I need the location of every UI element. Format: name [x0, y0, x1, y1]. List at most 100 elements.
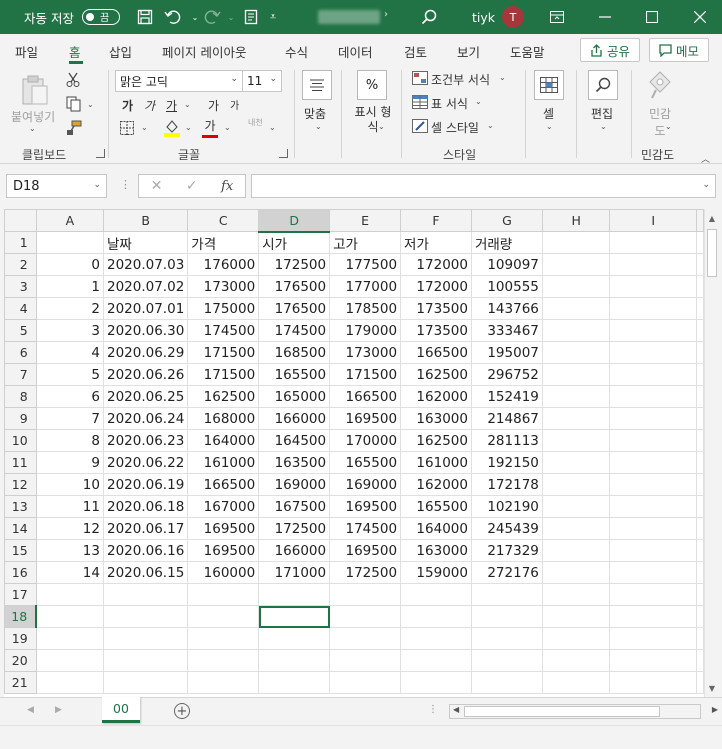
cell[interactable]: 161000 — [187, 451, 260, 474]
cell[interactable] — [696, 341, 704, 364]
cell[interactable]: 166500 — [400, 341, 472, 364]
cell[interactable] — [609, 319, 697, 342]
cell[interactable]: 179000 — [329, 319, 402, 342]
phonetic-button[interactable]: 내천 — [248, 119, 266, 127]
cell[interactable] — [541, 231, 611, 254]
cell[interactable] — [329, 649, 402, 672]
alignment-label[interactable]: 맞춤 — [304, 105, 326, 122]
cell[interactable] — [187, 627, 260, 650]
percent-icon[interactable]: % — [357, 70, 387, 100]
cell[interactable] — [541, 473, 611, 496]
column-header[interactable]: B — [102, 209, 189, 232]
cell[interactable] — [609, 539, 697, 562]
cell[interactable] — [541, 649, 611, 672]
search-icon[interactable] — [418, 6, 440, 28]
cell[interactable]: 176500 — [258, 297, 331, 320]
tab-formulas[interactable]: 수식 — [285, 42, 308, 61]
table-format-label[interactable]: 표 서식 — [431, 95, 468, 112]
customize-qat-icon[interactable]: ⩡ — [262, 6, 284, 28]
cell[interactable]: 165500 — [400, 495, 472, 518]
row-header[interactable]: 16 — [4, 561, 37, 584]
cell[interactable]: 0 — [35, 253, 104, 276]
name-box[interactable]: D18 ⌄ — [6, 174, 107, 198]
close-icon[interactable] — [689, 6, 711, 28]
cell[interactable] — [35, 605, 104, 628]
cell[interactable]: 2020.06.24 — [102, 407, 189, 430]
cell[interactable]: 2020.07.02 — [102, 275, 189, 298]
cell[interactable] — [329, 627, 402, 650]
cell[interactable] — [609, 429, 697, 452]
column-header[interactable]: E — [329, 209, 402, 232]
cell[interactable] — [541, 671, 611, 694]
cell[interactable]: 169500 — [187, 517, 260, 540]
font-size-combo[interactable]: 11 ⌄ — [242, 70, 282, 92]
cell[interactable]: 1 — [35, 275, 104, 298]
cell[interactable]: 2020.06.25 — [102, 385, 189, 408]
cell[interactable]: 2020.06.29 — [102, 341, 189, 364]
cell[interactable]: 14 — [35, 561, 104, 584]
cell[interactable] — [609, 253, 697, 276]
cut-icon[interactable] — [66, 72, 80, 92]
cell[interactable] — [329, 605, 402, 628]
cell[interactable]: 162000 — [400, 473, 472, 496]
cell[interactable] — [541, 495, 611, 518]
underline-button[interactable]: 가 — [166, 97, 177, 114]
cell[interactable]: 159000 — [400, 561, 472, 584]
cell[interactable] — [187, 649, 260, 672]
paste-label[interactable]: 붙여넣기 — [11, 108, 55, 125]
next-sheet-icon[interactable]: ▶ — [55, 705, 62, 715]
cell[interactable] — [609, 407, 697, 430]
alignment-icon[interactable] — [302, 70, 332, 100]
cell[interactable]: 165500 — [258, 363, 331, 386]
column-header[interactable]: D — [258, 209, 331, 233]
font-launcher-icon[interactable] — [279, 149, 288, 158]
cell[interactable]: 169500 — [187, 539, 260, 562]
cell[interactable] — [541, 385, 611, 408]
row-header[interactable]: 12 — [4, 473, 37, 496]
increase-font-button[interactable]: 가 — [208, 97, 219, 114]
conditional-format-label[interactable]: 조건부 서식 — [431, 71, 490, 88]
cell[interactable]: 2 — [35, 297, 104, 320]
minimize-icon[interactable] — [594, 6, 616, 28]
cell[interactable] — [329, 671, 402, 694]
insert-function-icon[interactable]: fx — [221, 179, 233, 194]
active-cell[interactable] — [258, 605, 331, 628]
number-format-dropdown-icon[interactable]: ⌄ — [378, 122, 385, 131]
cell[interactable] — [470, 583, 543, 606]
table-format-icon[interactable] — [412, 95, 428, 113]
cell[interactable]: 172500 — [258, 517, 331, 540]
cell[interactable] — [35, 649, 104, 672]
cell[interactable] — [400, 671, 472, 694]
form-icon[interactable] — [240, 6, 262, 28]
cell[interactable] — [400, 605, 472, 628]
cell[interactable] — [258, 627, 331, 650]
cell[interactable] — [541, 275, 611, 298]
row-header[interactable]: 14 — [4, 517, 37, 540]
number-format-label[interactable]: 표시 형식 — [350, 105, 396, 135]
enter-icon[interactable]: ✓ — [186, 178, 198, 194]
tab-home[interactable]: 홈 — [69, 42, 81, 61]
conditional-format-icon[interactable] — [412, 71, 428, 89]
column-header[interactable]: C — [187, 209, 260, 232]
cell[interactable] — [696, 649, 704, 672]
cell[interactable]: 13 — [35, 539, 104, 562]
cell[interactable] — [696, 275, 704, 298]
cell[interactable]: 174500 — [187, 319, 260, 342]
cell[interactable] — [696, 385, 704, 408]
ribbon-display-icon[interactable] — [546, 6, 568, 28]
row-header[interactable]: 8 — [4, 385, 37, 408]
cell[interactable]: 160000 — [187, 561, 260, 584]
cell[interactable]: 143766 — [470, 297, 543, 320]
cell[interactable] — [541, 627, 611, 650]
cell[interactable]: 165500 — [329, 451, 402, 474]
italic-button[interactable]: 가 — [144, 97, 155, 114]
row-header[interactable]: 13 — [4, 495, 37, 518]
tab-file[interactable]: 파일 — [15, 42, 38, 61]
cell[interactable]: 172500 — [258, 253, 331, 276]
cell[interactable]: 171500 — [187, 363, 260, 386]
scroll-left-icon[interactable]: ◀ — [453, 705, 459, 714]
cell[interactable] — [258, 671, 331, 694]
spreadsheet-grid[interactable]: ABCDEFGHI 1 날짜 가격 시가 고가 저가 거래량 2 0 2020.07.03 1760… — [4, 209, 704, 697]
undo-icon[interactable] — [162, 6, 184, 28]
column-header[interactable]: I — [609, 209, 697, 232]
